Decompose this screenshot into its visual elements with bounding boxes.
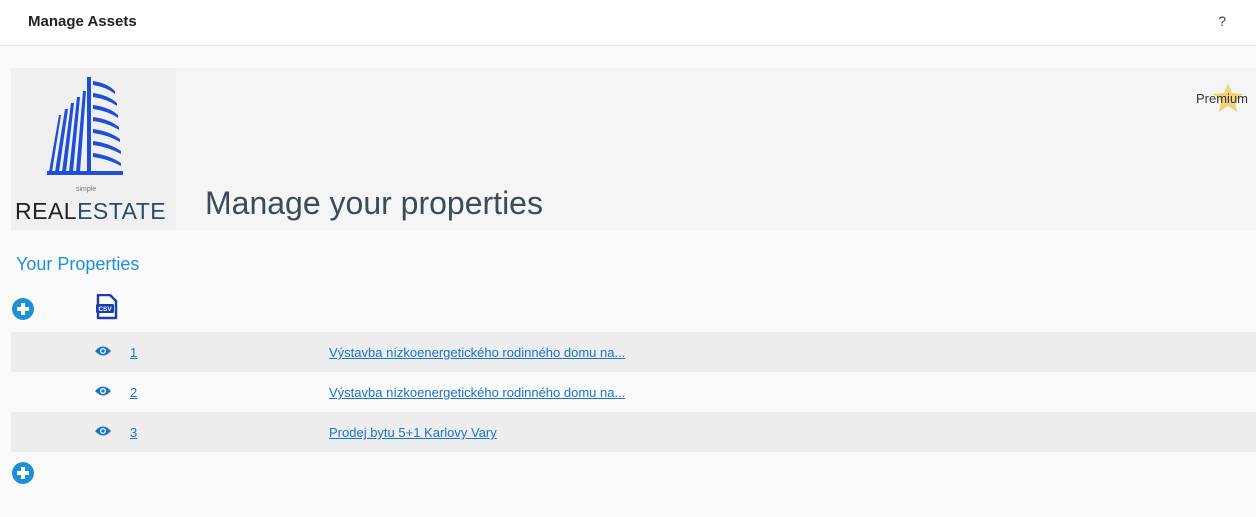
svg-text:CSV: CSV <box>98 306 112 313</box>
logo-word-real: REAL <box>15 198 78 224</box>
section-title: Your Properties <box>16 254 140 274</box>
logo-small-text: simple <box>76 186 97 193</box>
eye-icon[interactable] <box>95 385 111 397</box>
plus-circle-icon <box>12 298 34 320</box>
add-property-button-bottom[interactable] <box>12 462 34 484</box>
table-row: 2 Výstavba nízkoenergetického rodinného … <box>11 372 1256 412</box>
brand-logo: simple REALESTATE <box>11 68 176 230</box>
property-id-link[interactable]: 3 <box>130 425 137 440</box>
premium-label: Premium <box>1196 91 1249 106</box>
plus-circle-icon <box>12 462 34 484</box>
table-row: 1 Výstavba nízkoenergetického rodinného … <box>11 332 1256 372</box>
top-bar: Manage Assets ? <box>0 0 1256 46</box>
premium-badge[interactable]: Premium <box>1196 78 1256 118</box>
eye-icon[interactable] <box>95 345 111 357</box>
help-button[interactable]: ? <box>1218 13 1226 29</box>
page-title: Manage your properties <box>205 185 543 221</box>
add-property-button[interactable] <box>12 298 34 320</box>
table-row: 3 Prodej bytu 5+1 Karlovy Vary <box>11 412 1256 452</box>
property-title-link[interactable]: Výstavba nízkoenergetického rodinného do… <box>329 345 625 360</box>
building-icon <box>47 77 123 175</box>
csv-file-icon: CSV <box>96 293 118 320</box>
property-id-link[interactable]: 1 <box>130 345 137 360</box>
logo-word-estate: ESTATE <box>77 198 167 224</box>
property-title-link[interactable]: Prodej bytu 5+1 Karlovy Vary <box>329 425 497 440</box>
export-csv-button[interactable]: CSV <box>95 293 119 320</box>
app-title: Manage Assets <box>28 13 137 30</box>
header-banner <box>11 68 1256 230</box>
property-title-link[interactable]: Výstavba nízkoenergetického rodinného do… <box>329 385 625 400</box>
logo-wordmark: REALESTATE <box>15 198 166 225</box>
property-id-link[interactable]: 2 <box>130 385 137 400</box>
eye-icon[interactable] <box>95 425 111 437</box>
properties-table: 1 Výstavba nízkoenergetického rodinného … <box>11 332 1256 452</box>
